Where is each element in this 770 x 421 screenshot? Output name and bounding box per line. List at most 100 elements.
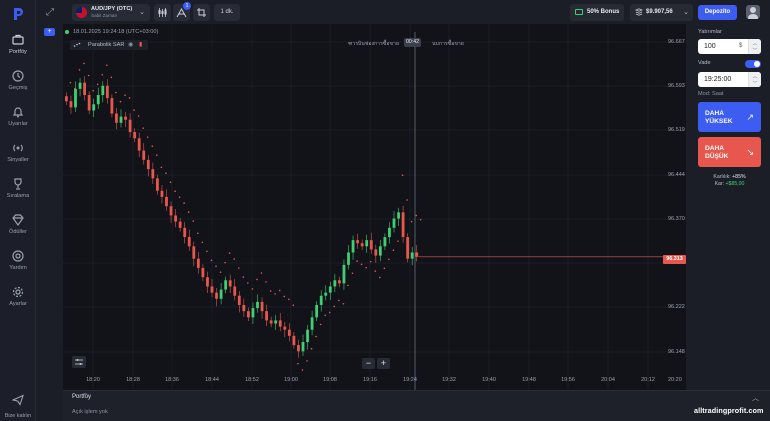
purchase-time-label: ฑารบินช่องการซื้อขาย (348, 41, 399, 47)
chevron-down-icon[interactable]: ﹀ (749, 80, 761, 87)
chart-settings-button[interactable] (72, 356, 86, 368)
candle-body (283, 326, 287, 330)
candle-body (215, 292, 218, 299)
candle-body (287, 329, 291, 336)
add-chart-button[interactable]: + (44, 28, 55, 36)
sar-dot (69, 81, 72, 84)
sar-dot (197, 232, 199, 235)
chevron-up-icon[interactable]: ︿ (749, 40, 761, 47)
zoom-in-button[interactable]: + (377, 358, 390, 369)
candle-body (119, 116, 123, 123)
chevron-up-icon[interactable]: ︿ (752, 393, 759, 403)
zoom-out-button[interactable]: − (362, 358, 375, 369)
timeframe-selector[interactable]: 1 dk. (214, 4, 240, 21)
candle-body (233, 286, 237, 296)
time-mode-toggle[interactable] (745, 60, 761, 68)
time-input[interactable]: 19:25:00 ︿ ﹀ (698, 72, 761, 87)
candle-body (69, 101, 73, 108)
current-price-tag: 96.313 (663, 255, 686, 264)
fullscreen-icon[interactable]: ⤢ (44, 7, 56, 19)
sar-dot (269, 290, 272, 292)
bonus-button[interactable]: 50% Bonus (570, 4, 624, 21)
amount-input[interactable]: 100 ︿ ﹀ (698, 39, 761, 54)
chevron-down-icon: ⌄ (139, 9, 145, 16)
sar-dot (401, 174, 404, 177)
sar-dot (178, 196, 181, 198)
portfolio-bar[interactable] (63, 390, 770, 421)
candle-body (374, 249, 378, 256)
eye-icon[interactable]: ◉ (128, 41, 133, 48)
sidebar-item-rewards[interactable]: Ödüller (0, 213, 36, 243)
x-axis-label: 18:20 (86, 377, 100, 383)
asset-selector[interactable]: AUD/JPY (OTC) Sabit Zaman ⌄ (72, 4, 150, 21)
sar-dot (115, 91, 117, 94)
candle-body (251, 308, 255, 318)
trash-icon[interactable]: ▮ (139, 41, 142, 48)
candle-body (160, 190, 164, 197)
sar-dot (338, 299, 340, 302)
briefcase-icon (12, 34, 24, 45)
amount-stepper[interactable]: ︿ ﹀ (748, 39, 761, 54)
deposit-button[interactable]: Depozito (698, 5, 737, 20)
sar-dot (319, 323, 322, 326)
candle-body (228, 280, 232, 287)
sar-dot (224, 261, 226, 264)
candle-body (101, 85, 105, 96)
higher-label: DAHA YÜKSEK (705, 110, 733, 125)
sar-dot (110, 76, 113, 79)
chart-type-button[interactable] (154, 4, 171, 21)
sidebar-item-label: Geçmiş (8, 85, 28, 91)
candle-body (74, 88, 77, 108)
sar-dot (324, 314, 327, 317)
x-axis-label: 20:04 (601, 377, 615, 383)
sar-dot (165, 172, 167, 174)
candle-body (96, 95, 100, 105)
candle-body (406, 237, 410, 259)
portfolio-title: Portföy (72, 394, 92, 400)
sar-dot (274, 293, 276, 295)
candle-body (269, 320, 273, 324)
higher-button[interactable]: DAHA YÜKSEK ↗ (698, 102, 761, 132)
chart-canvas[interactable] (63, 24, 686, 390)
candle-body (178, 221, 182, 228)
sidebar-item-history[interactable]: Geçmiş (0, 69, 36, 99)
sidebar-item-signals[interactable]: Sinyaller (0, 141, 36, 171)
contact-link[interactable]: Bize katılın (0, 393, 36, 419)
candle-body (65, 96, 68, 102)
candle-body (169, 206, 173, 216)
sar-dot (392, 249, 395, 252)
sidebar-item-settings[interactable]: Ayarlar (0, 285, 36, 315)
indicator-chip[interactable]: Parabolik SAR ◉ ▮ (70, 40, 148, 50)
sidebar-item-ranking[interactable]: Sıralama (0, 177, 36, 207)
chevron-up-icon[interactable]: ︿ (749, 73, 761, 80)
indicator-icon (73, 42, 81, 47)
drawing-tools-button[interactable] (193, 4, 210, 21)
candle-body (219, 289, 223, 299)
y-axis-label: 96.370 (668, 216, 685, 222)
candle-body (260, 301, 264, 312)
sar-dot (310, 347, 313, 350)
time-stepper[interactable]: ︿ ﹀ (748, 72, 761, 87)
sar-dot (356, 260, 358, 262)
candle-body (124, 116, 127, 120)
sidebar-item-alerts[interactable]: Uyarılar (0, 105, 36, 135)
chevron-down-icon[interactable]: ﹀ (749, 47, 761, 54)
candle-body (383, 237, 387, 247)
bell-icon (12, 107, 24, 118)
sidebar-item-portfolio[interactable]: Portföy (0, 33, 36, 63)
sar-dot (142, 127, 144, 129)
lower-button[interactable]: DAHA DÜŞÜK ↘ (698, 137, 761, 167)
price-chart[interactable] (63, 24, 686, 390)
sar-dot (251, 288, 254, 290)
contact-label: Bize katılın (4, 413, 32, 419)
y-axis-label: 96.148 (668, 349, 685, 355)
amount-label: Yatırımlar (698, 29, 722, 35)
profit-amount: Kar: +$85,00 (714, 181, 745, 187)
sar-dot (265, 281, 267, 283)
sidebar-item-help[interactable]: Yardım (0, 249, 36, 279)
balance-selector[interactable]: $9.907,56 ⌄ (630, 4, 693, 21)
y-axis-label: 96.444 (668, 172, 685, 178)
avatar[interactable] (746, 5, 760, 19)
sar-dot (379, 276, 381, 279)
sar-dot (410, 220, 413, 223)
